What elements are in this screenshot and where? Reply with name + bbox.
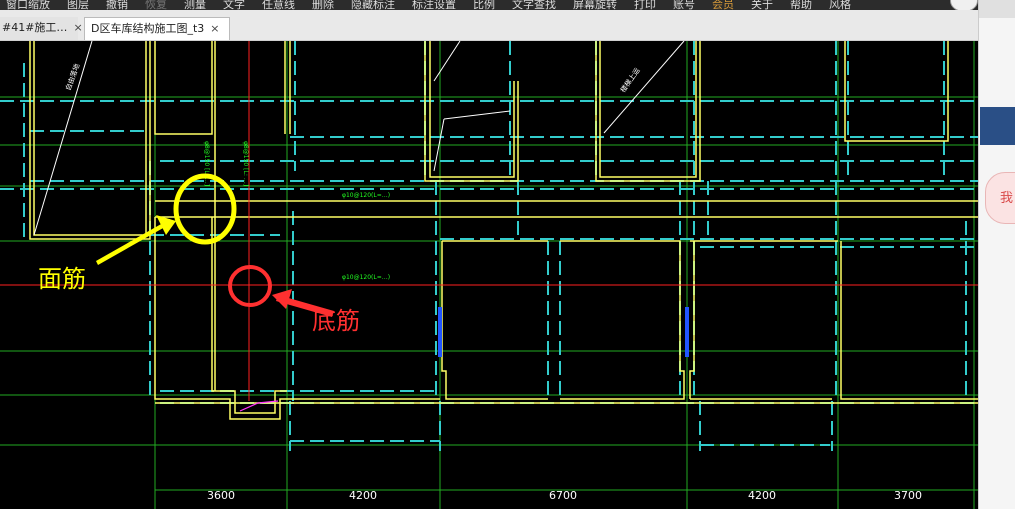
cad-canvas[interactable]: φ8@150 [L: …] φ8@150 [L: …] φ10@120(L=…)…	[0, 41, 978, 509]
rebar-label-bottom: φ10@120(L=…)	[342, 274, 390, 281]
menu-item[interactable]: 标注设置	[406, 0, 467, 10]
user-avatar-icon[interactable]	[950, 0, 978, 10]
menu-bar: 窗口缩放 图层 撤销 恢复 测量 文字 任意线 删除 隐藏标注 标注设置 比例 文字查找 屏幕旋转 打印账…	[0, 0, 978, 10]
rebar-label-top: φ10@120(L=…)	[342, 192, 390, 199]
tab-garage-structure[interactable]: D区车库结构施工图_t3 ×	[84, 17, 230, 40]
menu-item[interactable]: 打印	[628, 0, 667, 10]
dimension-3600: 3600	[207, 489, 235, 502]
label-top-rebar: 面筋	[38, 265, 86, 293]
panel-blue-bar	[980, 107, 1015, 145]
menu-item[interactable]: 风格	[823, 0, 862, 10]
dimension-3700: 3700	[894, 489, 922, 502]
arrow-head-yellow	[156, 215, 176, 235]
menu-item[interactable]: 撤销	[100, 0, 139, 10]
menu-item[interactable]: 账号	[667, 0, 706, 10]
menu-item[interactable]: 文字	[217, 0, 256, 10]
rebar-label-vertical-1: φ8@150 [L: …]	[203, 141, 210, 186]
rebar-label-vertical-2: φ8@150 [L: …]	[242, 141, 249, 186]
column-markers	[438, 307, 689, 357]
menu-item[interactable]: 图层	[61, 0, 100, 10]
highlight-circle-red	[228, 265, 272, 307]
menu-item[interactable]: 隐藏标注	[345, 0, 406, 10]
tab-label: #41#施工…	[2, 21, 68, 34]
menu-item[interactable]: 删除	[306, 0, 345, 10]
menu-item[interactable]: 文字查找	[506, 0, 567, 10]
menu-item[interactable]: 帮助	[784, 0, 823, 10]
arrow-shaft-yellow	[96, 219, 172, 265]
tab-bar: #41#施工… × D区车库结构施工图_t3 ×	[0, 10, 978, 41]
panel-scroll-thumb[interactable]	[979, 0, 1015, 18]
label-bottom-rebar: 底筋	[312, 307, 360, 335]
tab-close-icon[interactable]: ×	[210, 18, 219, 39]
side-floating-button[interactable]: 我	[985, 172, 1015, 224]
menu-item[interactable]: 比例	[467, 0, 506, 10]
dimension-6700: 6700	[549, 489, 577, 502]
menu-item[interactable]: 测量	[178, 0, 217, 10]
menu-item[interactable]: 会员	[706, 0, 745, 10]
menu-item[interactable]: 恢复	[139, 0, 178, 10]
menu-item[interactable]: 屏幕旋转	[567, 0, 628, 10]
menu-item[interactable]: 任意线	[256, 0, 306, 10]
dimension-line: 3600 4200 6700 4200 3700	[154, 483, 978, 509]
menu-item[interactable]: 窗口缩放	[0, 0, 61, 10]
right-side-panel: 我	[978, 0, 1015, 509]
arrow-head-red	[272, 289, 292, 309]
side-button-label: 我	[999, 191, 1013, 206]
tab-drawing-41[interactable]: #41#施工… ×	[0, 17, 83, 40]
menu-item[interactable]: 关于	[745, 0, 784, 10]
tab-label: D区车库结构施工图_t3	[91, 22, 205, 35]
slab-note-1: 自由落地	[63, 62, 81, 91]
dimension-4200-a: 4200	[349, 489, 377, 502]
slab-note-2: 楼梯上运	[618, 66, 641, 94]
dimension-4200-b: 4200	[748, 489, 776, 502]
tab-close-icon[interactable]: ×	[73, 17, 82, 38]
grid-lines-vertical	[154, 41, 975, 509]
